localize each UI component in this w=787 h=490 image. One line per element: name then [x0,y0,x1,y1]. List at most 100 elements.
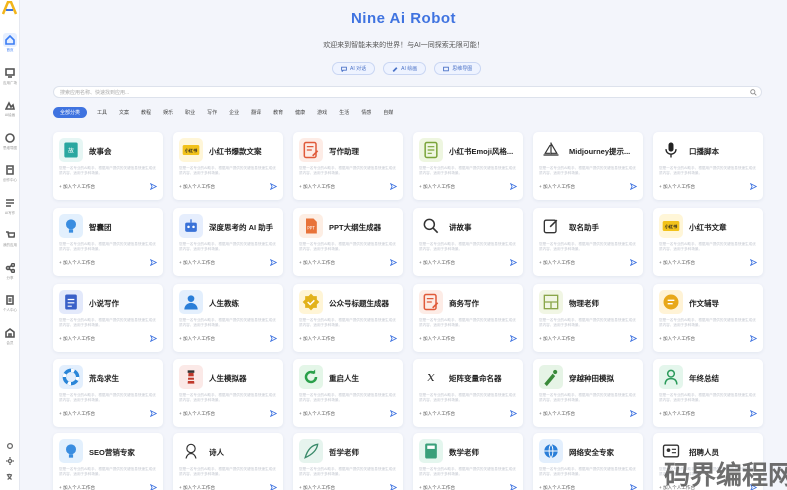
app-card[interactable]: 哲学老师 您是一名专业的AI助手，根据用户提供的关键信息快速生成优质内容，适用于多… [293,433,403,490]
add-to-workspace-button[interactable]: + 加入个人工作台 [419,485,455,490]
add-to-workspace-button[interactable]: + 加入个人工作台 [419,336,455,342]
search-icon[interactable] [750,89,757,96]
add-to-workspace-button[interactable]: + 加入个人工作台 [179,336,215,342]
send-icon[interactable] [270,183,277,190]
send-icon[interactable] [630,259,637,266]
send-icon[interactable] [150,484,157,490]
app-card[interactable]: 穿越种田模拟 您是一名专业的AI助手，根据用户提供的关键信息快速生成优质内容，适用… [533,359,643,427]
app-card[interactable]: 商务写作 您是一名专业的AI助手，根据用户提供的关键信息快速生成优质内容，适用于多… [413,284,523,352]
add-to-workspace-button[interactable]: + 加入个人工作台 [179,411,215,417]
sidebar-item-7[interactable]: 分享 [0,261,20,287]
add-to-workspace-button[interactable]: + 加入个人工作台 [419,411,455,417]
sidebar-item-6[interactable]: 我的应用 [0,228,20,254]
send-icon[interactable] [630,183,637,190]
send-icon[interactable] [750,410,757,417]
send-icon[interactable] [510,484,517,490]
send-icon[interactable] [150,335,157,342]
send-icon[interactable] [270,410,277,417]
sidebar-item-1[interactable]: 应用广场 [0,66,20,92]
send-icon[interactable] [750,259,757,266]
tab-13[interactable]: 情感 [355,107,377,118]
app-card[interactable]: x 矩阵变量命名器 您是一名专业的AI助手，根据用户提供的关键信息快速生成优质内容，… [413,359,523,427]
add-to-workspace-button[interactable]: + 加入个人工作台 [179,485,215,490]
send-icon[interactable] [390,183,397,190]
add-to-workspace-button[interactable]: + 加入个人工作台 [59,260,95,266]
app-card[interactable]: 公众号标题生成器 您是一名专业的AI助手，根据用户提供的关键信息快速生成优质内容，… [293,284,403,352]
tab-4[interactable]: 娱乐 [157,107,179,118]
add-to-workspace-button[interactable]: + 加入个人工作台 [539,336,575,342]
tab-8[interactable]: 翻译 [245,107,267,118]
send-icon[interactable] [150,259,157,266]
app-card[interactable]: 写作助理 您是一名专业的AI助手，根据用户提供的关键信息快速生成优质内容，适用于多… [293,132,403,200]
add-to-workspace-button[interactable]: + 加入个人工作台 [299,184,335,190]
send-icon[interactable] [390,410,397,417]
app-card[interactable]: 人生教练 您是一名专业的AI助手，根据用户提供的关键信息快速生成优质内容，适用于多… [173,284,283,352]
app-card[interactable]: 年终总结 您是一名专业的AI助手，根据用户提供的关键信息快速生成优质内容，适用于多… [653,359,763,427]
send-icon[interactable] [510,410,517,417]
app-card[interactable]: 小说写作 您是一名专业的AI助手，根据用户提供的关键信息快速生成优质内容，适用于多… [53,284,163,352]
add-to-workspace-button[interactable]: + 加入个人工作台 [539,485,575,490]
app-card[interactable]: 数学老师 您是一名专业的AI助手，根据用户提供的关键信息快速生成优质内容，适用于多… [413,433,523,490]
add-to-workspace-button[interactable]: + 加入个人工作台 [179,184,215,190]
tab-1[interactable]: 工具 [91,107,113,118]
add-to-workspace-button[interactable]: + 加入个人工作台 [179,260,215,266]
tab-9[interactable]: 教育 [267,107,289,118]
sidebar-item-5[interactable]: AI写作 [0,196,20,222]
app-card[interactable]: SEO营销专家 您是一名专业的AI助手，根据用户提供的关键信息快速生成优质内容，适… [53,433,163,490]
tab-6[interactable]: 写作 [201,107,223,118]
send-icon[interactable] [150,410,157,417]
send-icon[interactable] [630,335,637,342]
ai-chat-pill[interactable]: AI 对话 [332,62,376,75]
send-icon[interactable] [510,335,517,342]
sun-icon[interactable] [3,456,17,466]
ai-draw-pill[interactable]: AI 绘画 [383,62,427,75]
tab-5[interactable]: 职业 [179,107,201,118]
app-card[interactable]: 小红书 小红书爆款文案 您是一名专业的AI助手，根据用户提供的关键信息快速生成优质内… [173,132,283,200]
tab-10[interactable]: 健康 [289,107,311,118]
mindmap-pill[interactable]: 思维导图 [434,62,482,75]
app-card[interactable]: 讲故事 您是一名专业的AI助手，根据用户提供的关键信息快速生成优质内容，适用于多种… [413,208,523,276]
app-card[interactable]: Midjourney提示... 您是一名专业的AI助手，根据用户提供的关键信息快速… [533,132,643,200]
search-input[interactable]: 搜索应用名称、快速找到应用... [53,86,762,98]
tab-0[interactable]: 全部分类 [53,107,88,118]
app-card[interactable]: 网络安全专家 您是一名专业的AI助手，根据用户提供的关键信息快速生成优质内容，适用… [533,433,643,490]
tab-3[interactable]: 教程 [135,107,157,118]
add-to-workspace-button[interactable]: + 加入个人工作台 [539,260,575,266]
add-to-workspace-button[interactable]: + 加入个人工作台 [659,184,695,190]
tab-11[interactable]: 游戏 [311,107,333,118]
settings-icon[interactable] [3,441,17,451]
app-card[interactable]: 小红书Emoji风格... 您是一名专业的AI助手，根据用户提供的关键信息快速生成… [413,132,523,200]
add-to-workspace-button[interactable]: + 加入个人工作台 [419,260,455,266]
app-card[interactable]: 口播脚本 您是一名专业的AI助手，根据用户提供的关键信息快速生成优质内容，适用于多… [653,132,763,200]
add-to-workspace-button[interactable]: + 加入个人工作台 [299,411,335,417]
app-card[interactable]: 重启人生 您是一名专业的AI助手，根据用户提供的关键信息快速生成优质内容，适用于多… [293,359,403,427]
send-icon[interactable] [390,259,397,266]
add-to-workspace-button[interactable]: + 加入个人工作台 [539,411,575,417]
app-card[interactable]: 智囊团 您是一名专业的AI助手，根据用户提供的关键信息快速生成优质内容，适用于多种… [53,208,163,276]
sidebar-item-8[interactable]: 个人中心 [0,293,20,319]
send-icon[interactable] [630,410,637,417]
add-to-workspace-button[interactable]: + 加入个人工作台 [659,411,695,417]
send-icon[interactable] [510,183,517,190]
send-icon[interactable] [750,183,757,190]
app-card[interactable]: 人生模拟器 您是一名专业的AI助手，根据用户提供的关键信息快速生成优质内容，适用于… [173,359,283,427]
add-to-workspace-button[interactable]: + 加入个人工作台 [659,260,695,266]
app-card[interactable]: 深度思考的 AI 助手 您是一名专业的AI助手，根据用户提供的关键信息快速生成优质… [173,208,283,276]
add-to-workspace-button[interactable]: + 加入个人工作台 [59,485,95,490]
add-to-workspace-button[interactable]: + 加入个人工作台 [299,336,335,342]
sidebar-item-3[interactable]: 思维导图 [0,131,20,157]
add-to-workspace-button[interactable]: + 加入个人工作台 [59,336,95,342]
app-card[interactable]: PPT PPT大纲生成器 您是一名专业的AI助手，根据用户提供的关键信息快速生成优质… [293,208,403,276]
add-to-workspace-button[interactable]: + 加入个人工作台 [59,184,95,190]
add-to-workspace-button[interactable]: + 加入个人工作台 [299,485,335,490]
language-icon[interactable] [3,472,17,482]
app-card[interactable]: 作文辅导 您是一名专业的AI助手，根据用户提供的关键信息快速生成优质内容，适用于多… [653,284,763,352]
sidebar-item-2[interactable]: AI绘画 [0,98,20,124]
add-to-workspace-button[interactable]: + 加入个人工作台 [299,260,335,266]
sidebar-item-9[interactable]: 会员 [0,326,20,352]
sidebar-item-0[interactable]: 首页 [0,33,20,59]
tab-14[interactable]: 自媒 [377,107,399,118]
add-to-workspace-button[interactable]: + 加入个人工作台 [659,336,695,342]
tab-2[interactable]: 文案 [113,107,135,118]
tab-7[interactable]: 企业 [223,107,245,118]
